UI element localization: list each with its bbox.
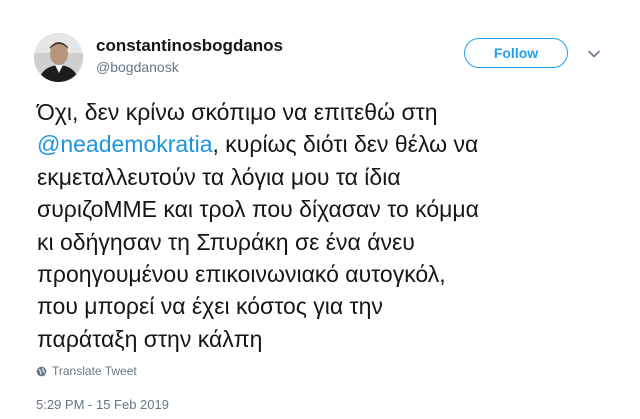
tweet-line: @neademokratia, κυρίως διότι δεν θέλω να: [37, 128, 627, 160]
avatar-image: [34, 33, 83, 82]
tweet-line: που μπορεί να έχει κόστος για την: [37, 293, 383, 320]
tweet-line: προηγουμένου επικοινωνιακό αυτογκόλ,: [37, 261, 446, 288]
globe-icon: [36, 366, 47, 376]
tweet-timestamp[interactable]: 5:29 PM - 15 Feb 2019: [36, 397, 169, 412]
display-name[interactable]: constantinosbogdanos: [96, 36, 283, 56]
translate-tweet-link[interactable]: Translate Tweet: [36, 364, 137, 378]
tweet-line: κι οδήγησαν τη Σπυράκη σε ένα άνευ: [37, 228, 415, 255]
tweet-line: εκμεταλλευτούν τα λόγια μου τα ίδια: [37, 163, 401, 190]
more-options-caret[interactable]: [586, 46, 602, 62]
avatar[interactable]: [34, 33, 83, 82]
tweet-line: παράταξη στην κάλπη: [37, 325, 263, 352]
tweet-text: Όχι, δεν κρίνω σκόπιμο να επιτεθώ στη @n…: [37, 96, 627, 355]
chevron-down-icon: [588, 50, 600, 58]
translate-label: Translate Tweet: [52, 364, 137, 378]
tweet-line: συριζοΜΜΕ και τρολ που δίχασαν το κόμμα: [37, 196, 479, 223]
user-handle[interactable]: @bogdanosk: [96, 59, 179, 75]
tweet-card: constantinosbogdanos @bogdanosk Follow Ό…: [0, 0, 640, 419]
tweet-line-text: , κυρίως διότι δεν θέλω να: [212, 131, 479, 158]
mention-link[interactable]: @neademokratia: [37, 131, 213, 157]
follow-button[interactable]: Follow: [464, 38, 568, 68]
tweet-line: Όχι, δεν κρίνω σκόπιμο να επιτεθώ στη: [37, 99, 438, 125]
